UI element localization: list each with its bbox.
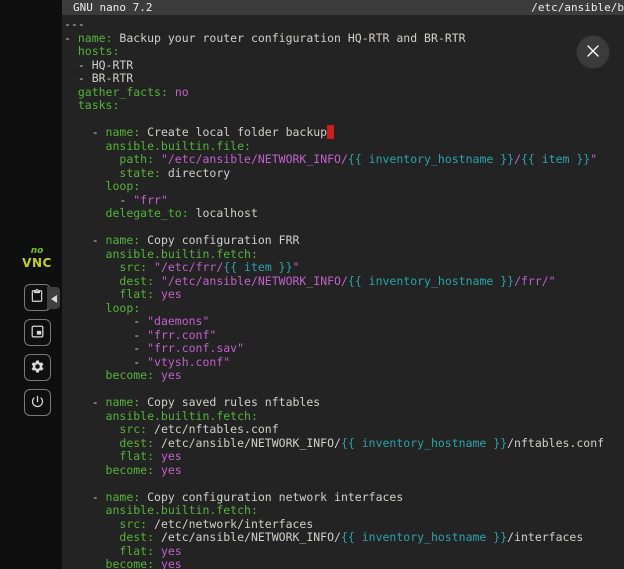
terminal-line: [64, 383, 624, 397]
nano-title-version: GNU nano 7.2: [73, 0, 152, 15]
terminal-window: GNU nano 7.2 /etc/ansible/b ---- name: B…: [62, 0, 624, 569]
terminal-line: ---: [64, 18, 624, 32]
terminal-line: dest: /etc/ansible/NETWORK_INFO/{{ inven…: [64, 437, 624, 451]
terminal-line: tasks:: [64, 99, 624, 113]
terminal-line: src: "/etc/frr/{{ item }}": [64, 261, 624, 275]
terminal-line: - name: Copy configuration network inter…: [64, 491, 624, 505]
close-button[interactable]: [577, 36, 609, 68]
terminal-line: flat: yes: [64, 545, 624, 559]
terminal-line: hosts:: [64, 45, 624, 59]
terminal-line: flat: yes: [64, 288, 624, 302]
vnc-logo-no: no: [22, 246, 52, 256]
terminal-line: become: yes: [64, 369, 624, 383]
terminal-text[interactable]: ---- name: Backup your router configurat…: [62, 15, 624, 569]
terminal-line: gather_facts: no: [64, 86, 624, 100]
terminal-line: ansible.builtin.fetch:: [64, 504, 624, 518]
terminal-line: - name: Copy configuration FRR: [64, 234, 624, 248]
terminal-line: - "frr.conf": [64, 329, 624, 343]
terminal-line: - name: Backup your router configuration…: [64, 32, 624, 46]
terminal-line: loop:: [64, 180, 624, 194]
terminal-line: - "daemons": [64, 315, 624, 329]
terminal-line: - HQ-RTR: [64, 59, 624, 73]
terminal-line: [64, 477, 624, 491]
vnc-logo-vnc: VNC: [22, 256, 52, 270]
terminal-line: - "frr": [64, 194, 624, 208]
close-icon: [587, 45, 599, 60]
terminal-line: dest: /etc/ansible/NETWORK_INFO/{{ inven…: [64, 531, 624, 545]
terminal-line: - name: Copy saved rules nftables: [64, 396, 624, 410]
nano-titlebar: GNU nano 7.2 /etc/ansible/b: [62, 0, 624, 15]
nano-title-path: /etc/ansible/b: [531, 0, 624, 15]
control-bar-handle[interactable]: [47, 287, 60, 309]
vnc-sidebar: no VNC: [0, 0, 62, 569]
terminal-line: ansible.builtin.file:: [64, 140, 624, 154]
terminal-line: ansible.builtin.fetch:: [64, 248, 624, 262]
clipboard-icon: [30, 289, 44, 306]
terminal-line: src: /etc/nftables.conf: [64, 423, 624, 437]
terminal-line: src: /etc/network/interfaces: [64, 518, 624, 532]
terminal-line: flat: yes: [64, 450, 624, 464]
terminal-line: become: yes: [64, 558, 624, 569]
gear-icon: [30, 359, 45, 377]
terminal-line: - BR-RTR: [64, 72, 624, 86]
fullscreen-icon: [30, 324, 45, 342]
power-icon: [30, 394, 45, 412]
terminal-line: - "frr.conf.sav": [64, 342, 624, 356]
terminal-line: ansible.builtin.fetch:: [64, 410, 624, 424]
chevron-left-icon: [50, 289, 58, 308]
vnc-logo: no VNC: [22, 246, 52, 270]
terminal-line: [64, 113, 624, 127]
vnc-control-bar: no VNC: [0, 246, 62, 424]
terminal-line: become: yes: [64, 464, 624, 478]
terminal-line: loop:: [64, 302, 624, 316]
terminal-line: state: directory: [64, 167, 624, 181]
terminal-line: dest: "/etc/ansible/NETWORK_INFO/{{ inve…: [64, 275, 624, 289]
terminal-line: - name: Create local folder backup: [64, 126, 624, 140]
terminal-line: path: "/etc/ansible/NETWORK_INFO/{{ inve…: [64, 153, 624, 167]
power-button[interactable]: [24, 389, 51, 416]
terminal-line: [64, 221, 624, 235]
fullscreen-button[interactable]: [24, 319, 51, 346]
terminal-line: delegate_to: localhost: [64, 207, 624, 221]
settings-button[interactable]: [24, 354, 51, 381]
terminal-line: - "vtysh.conf": [64, 356, 624, 370]
